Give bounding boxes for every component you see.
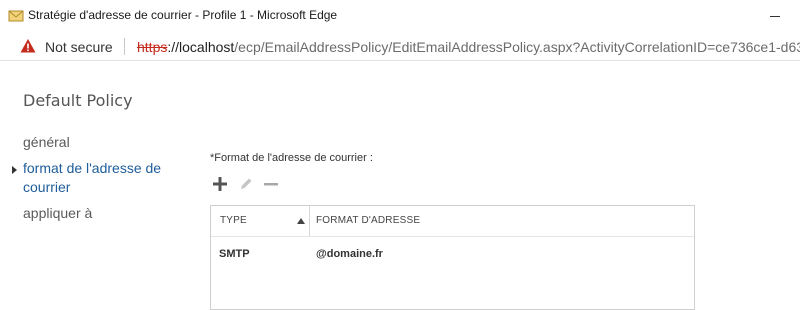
cell-type: SMTP xyxy=(219,248,250,260)
sort-ascending-icon xyxy=(297,218,305,224)
address-bar[interactable]: Not secure https://localhost/ecp/EmailAd… xyxy=(0,32,800,61)
nav-item-address-format-line2: courrier xyxy=(23,179,71,195)
nav-item-address-format[interactable]: format de l'adresse de courrier xyxy=(23,159,161,197)
table-row[interactable] xyxy=(211,240,694,266)
nav-selected-arrow-icon xyxy=(12,166,17,174)
plus-icon[interactable] xyxy=(212,176,228,192)
url-host: ://localhost xyxy=(167,39,235,55)
address-format-field-label: *Format de l'adresse de courrier : xyxy=(210,152,373,164)
nav-item-address-format-line1: format de l'adresse de xyxy=(23,160,162,176)
window-title: Stratégie d'adresse de courrier - Profil… xyxy=(28,8,338,22)
nav-item-apply-to[interactable]: appliquer à xyxy=(23,205,92,221)
warning-icon[interactable] xyxy=(20,38,36,54)
page-title: Default Policy xyxy=(23,91,133,110)
header-divider xyxy=(211,236,694,237)
nav-item-general[interactable]: général xyxy=(23,134,70,150)
mail-app-icon xyxy=(8,8,24,24)
pencil-icon[interactable] xyxy=(238,176,254,192)
cell-format: @domaine.fr xyxy=(316,248,383,260)
title-bar: Stratégie d'adresse de courrier - Profil… xyxy=(0,0,800,32)
column-header-format[interactable]: FORMAT D'ADRESSE xyxy=(311,206,420,236)
url-scheme: https xyxy=(137,39,168,55)
address-separator xyxy=(124,38,125,55)
minus-icon[interactable] xyxy=(263,176,279,192)
column-header-type-label: TYPE xyxy=(220,215,247,226)
url-text[interactable]: https://localhost/ecp/EmailAddressPolicy… xyxy=(137,39,800,55)
address-format-table: TYPE FORMAT D'ADRESSE SMTP @domaine.fr xyxy=(210,205,695,310)
column-header-type[interactable]: TYPE xyxy=(211,206,310,236)
url-path: /ecp/EmailAddressPolicy/EditEmailAddress… xyxy=(234,39,800,55)
minimize-button[interactable] xyxy=(766,8,786,24)
not-secure-label[interactable]: Not secure xyxy=(45,39,113,55)
